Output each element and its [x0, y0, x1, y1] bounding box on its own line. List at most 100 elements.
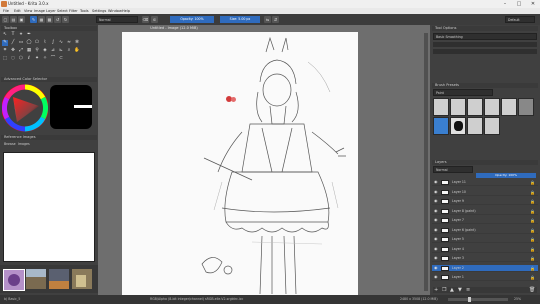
multibrush-icon[interactable]: ✻ — [74, 40, 80, 46]
assistant-tool-icon[interactable]: ⊿ — [50, 48, 56, 54]
freehand-path-icon[interactable]: ∿ — [58, 40, 64, 46]
layer-opacity-slider[interactable]: Opacity: 100% — [476, 173, 536, 178]
layer-row[interactable]: ◉ Layer 7 🔒 — [432, 217, 538, 224]
brush-preset-icon[interactable]: ✎ — [30, 16, 37, 23]
lock-icon[interactable]: 🔒 — [530, 227, 535, 234]
preset-pen-icon[interactable] — [501, 98, 517, 116]
preset-pencil-icon[interactable] — [433, 98, 449, 116]
similar-select-icon[interactable]: ✧ — [42, 56, 48, 62]
lock-icon[interactable]: 🔒 — [530, 236, 535, 243]
eye-icon[interactable]: ◉ — [434, 227, 438, 232]
color-picker-icon[interactable]: ⚲ — [34, 48, 40, 54]
calligraphy-icon[interactable]: ✒ — [26, 32, 32, 38]
lock-icon[interactable]: 🔒 — [530, 265, 535, 272]
brush-size-slider[interactable]: Size: 5.00 px — [220, 16, 260, 23]
eye-icon[interactable]: ◉ — [434, 265, 438, 270]
preset-smudge-icon[interactable] — [484, 117, 500, 135]
pattern-icon[interactable]: ▩ — [46, 16, 53, 23]
presets-tag-select[interactable]: Paint — [433, 89, 493, 96]
status-zoom[interactable]: 25% — [514, 295, 521, 304]
text-tool-icon[interactable]: T — [10, 32, 16, 38]
lock-icon[interactable]: 🔒 — [530, 217, 535, 224]
redo-icon[interactable]: ↻ — [62, 16, 69, 23]
polygon-tool-icon[interactable]: ⬠ — [34, 40, 40, 46]
gradient-tool-icon[interactable]: ▦ — [26, 48, 32, 54]
reference-tab-browse[interactable]: Browse — [4, 142, 16, 146]
color-swatch-preview[interactable] — [50, 85, 92, 129]
layer-blend-select[interactable]: Normal — [433, 166, 473, 173]
preset-selected-brush-icon[interactable] — [433, 117, 449, 135]
layer-row[interactable]: ◉ Layer 10 🔒 — [432, 189, 538, 196]
layer-row[interactable]: ◉ Layer 3 🔒 — [432, 255, 538, 262]
preset-airbrush-icon[interactable] — [450, 98, 466, 116]
preset-marker-icon[interactable] — [484, 98, 500, 116]
polygon-select-icon[interactable]: ⬡ — [18, 56, 24, 62]
rectangle-tool-icon[interactable]: ▭ — [18, 40, 24, 46]
lock-icon[interactable]: 🔒 — [530, 208, 535, 215]
reference-thumb-2[interactable] — [26, 269, 46, 289]
layer-row[interactable]: ◉ Layer 6 (paint) 🔒 — [432, 227, 538, 234]
new-document-icon[interactable]: ▢ — [2, 16, 9, 23]
move-tool-icon[interactable]: ✥ — [10, 48, 16, 54]
maximize-button[interactable]: □ — [512, 0, 526, 8]
workspace-select[interactable]: Default — [505, 16, 535, 23]
eye-icon[interactable]: ◉ — [434, 180, 438, 184]
move-layer-down-icon[interactable]: ▼ — [458, 287, 462, 293]
lock-icon[interactable]: 🔒 — [530, 198, 535, 205]
layer-row[interactable]: ◉ Layer 8 (paint) 🔒 — [432, 208, 538, 215]
preset-eraser-icon[interactable] — [467, 117, 483, 135]
eye-icon[interactable]: ◉ — [434, 189, 438, 194]
mirror-horizontal-icon[interactable]: ⇋ — [264, 16, 271, 23]
lock-icon[interactable]: 🔒 — [530, 274, 535, 281]
undo-icon[interactable]: ↺ — [54, 16, 61, 23]
lock-icon[interactable]: 🔒 — [530, 179, 535, 186]
magnetic-select-icon[interactable]: ⊂ — [58, 56, 64, 62]
lock-icon[interactable]: 🔒 — [530, 246, 535, 253]
rect-select-icon[interactable]: ⬚ — [2, 56, 8, 62]
canvas-vertical-scrollbar[interactable] — [424, 33, 428, 291]
fill-tool-icon[interactable]: ◈ — [42, 48, 48, 54]
freehand-brush-icon[interactable]: ✎ — [2, 40, 8, 46]
lock-icon[interactable]: 🔒 — [530, 189, 535, 196]
add-layer-icon[interactable]: + — [434, 287, 438, 293]
layer-row[interactable]: ◉ Layer 2 🔒 — [432, 264, 538, 272]
eye-icon[interactable]: ◉ — [434, 208, 438, 213]
mirror-vertical-icon[interactable]: ⇵ — [272, 16, 279, 23]
minimize-button[interactable]: – — [498, 0, 512, 8]
opacity-slider[interactable]: Opacity: 100% — [170, 16, 214, 23]
save-icon[interactable]: ▣ — [18, 16, 25, 23]
eye-icon[interactable]: ◉ — [434, 237, 438, 241]
pan-tool-icon[interactable]: ✋ — [74, 48, 80, 54]
eye-icon[interactable]: ◉ — [434, 256, 438, 260]
drawing-canvas[interactable] — [122, 32, 358, 295]
reference-thumb-3[interactable] — [49, 269, 69, 289]
preset-ink-icon[interactable] — [467, 98, 483, 116]
reference-thumb-1[interactable] — [3, 269, 25, 291]
reference-thumb-4[interactable] — [72, 269, 92, 289]
zoom-slider-handle[interactable] — [468, 297, 471, 302]
move-layer-up-icon[interactable]: ▲ — [450, 287, 454, 293]
eye-icon[interactable]: ◉ — [434, 246, 438, 251]
eye-icon[interactable]: ◉ — [434, 275, 438, 279]
line-tool-icon[interactable]: ╱ — [10, 40, 16, 46]
layer-row[interactable]: ◉ Layer 9 🔒 — [432, 198, 538, 205]
polyline-tool-icon[interactable]: ⌇ — [42, 40, 48, 46]
gradient-icon[interactable]: ▦ — [38, 16, 45, 23]
lasso-select-icon[interactable]: ℓ — [26, 56, 32, 62]
layer-row[interactable]: ◉ Layer 1 🔒 — [432, 274, 538, 281]
transform-tool-icon[interactable]: ⤢ — [18, 48, 24, 54]
eye-icon[interactable]: ◉ — [434, 199, 438, 203]
contiguous-select-icon[interactable]: ✦ — [34, 56, 40, 62]
eraser-mode-icon[interactable]: ⌫ — [142, 16, 149, 23]
ellipse-tool-icon[interactable]: ◯ — [26, 40, 32, 46]
eye-icon[interactable]: ◉ — [434, 218, 438, 222]
dynamic-brush-icon[interactable]: ≈ — [66, 40, 72, 46]
smoothing-select[interactable]: Basic Smoothing — [433, 33, 537, 40]
delete-layer-icon[interactable]: 🗑 — [529, 287, 535, 293]
color-wheel[interactable] — [2, 84, 48, 132]
preserve-alpha-icon[interactable]: α — [151, 16, 158, 23]
preset-blend-icon[interactable] — [518, 98, 534, 116]
reference-tab-images[interactable]: Images — [18, 142, 30, 146]
bezier-select-icon[interactable]: ⌒ — [50, 56, 56, 62]
lock-icon[interactable]: 🔒 — [530, 255, 535, 262]
